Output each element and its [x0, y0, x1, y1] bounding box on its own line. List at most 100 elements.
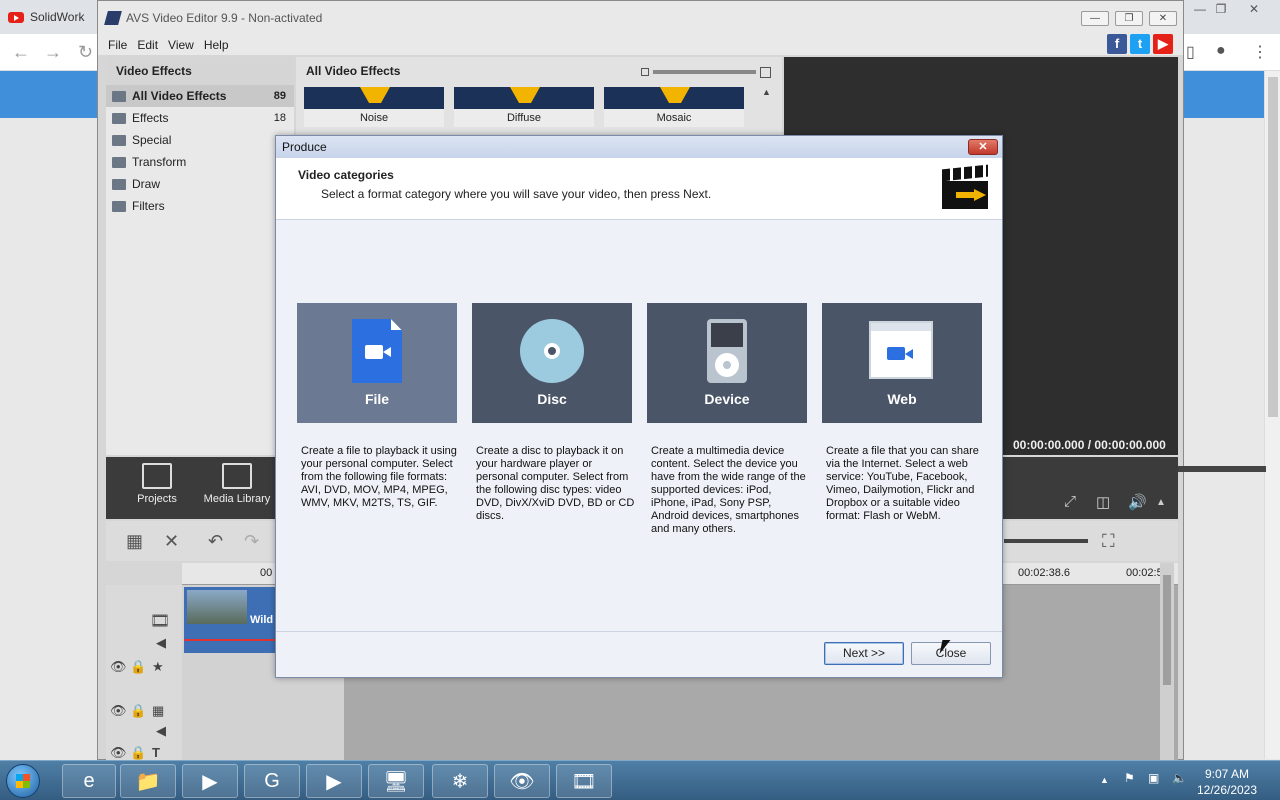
- time-display: 00:00:00.000 / 00:00:00.000: [1013, 438, 1166, 452]
- lock-icon[interactable]: 🔒: [130, 745, 146, 761]
- sidebar-item-transform[interactable]: Transform: [106, 151, 294, 173]
- browser-maximize-button[interactable]: ❐: [1207, 0, 1235, 20]
- category-disc[interactable]: Disc: [472, 303, 632, 423]
- menu-view[interactable]: View: [168, 38, 194, 52]
- category-description-device: Create a multimedia device content. Sele…: [651, 445, 806, 535]
- browser-close-button[interactable]: ✕: [1240, 0, 1268, 20]
- file-icon: [352, 319, 402, 383]
- media-library-button[interactable]: Media Library: [202, 463, 272, 505]
- back-icon[interactable]: ←: [12, 42, 30, 63]
- sidebar-item-label: Filters: [132, 199, 165, 213]
- category-device[interactable]: Device: [647, 303, 807, 423]
- social-links: f t ▶: [1107, 34, 1173, 54]
- forward-icon[interactable]: →: [44, 42, 62, 63]
- system-clock[interactable]: 9:07 AM 12/26/2023: [1192, 766, 1262, 798]
- next-button[interactable]: Next >>: [824, 642, 904, 665]
- menu-edit[interactable]: Edit: [137, 38, 158, 52]
- close-button[interactable]: Close: [911, 642, 991, 665]
- clapperboard-icon: [942, 164, 988, 209]
- dialog-subheading: Select a format category where you will …: [321, 187, 712, 201]
- action-center-icon[interactable]: ⚑: [1124, 771, 1135, 785]
- timeline-scrollbar[interactable]: [1160, 563, 1174, 761]
- folder-icon: [112, 200, 126, 212]
- category-web[interactable]: Web: [822, 303, 982, 423]
- browser-tab[interactable]: SolidWork: [8, 4, 98, 30]
- taskbar-snowflake[interactable]: ❄: [432, 764, 488, 798]
- menu-icon[interactable]: ⋮: [1252, 42, 1268, 62]
- folder-icon: [112, 112, 126, 124]
- volume-icon[interactable]: 🔊: [1128, 493, 1147, 511]
- undo-icon[interactable]: ↶: [208, 531, 223, 552]
- youtube-icon[interactable]: ▶: [1153, 34, 1173, 54]
- page-scrollbar[interactable]: [1264, 71, 1280, 759]
- audio-line: [184, 639, 277, 641]
- dialog-close-icon[interactable]: ✕: [968, 139, 998, 155]
- sidebar-item-effects[interactable]: Effects 18: [106, 107, 294, 129]
- clock-time: 9:07 AM: [1204, 767, 1250, 781]
- app-minimize-button[interactable]: —: [1081, 11, 1109, 26]
- video-clip[interactable]: Wild: [184, 587, 277, 653]
- timeline-zoom-track[interactable]: [1004, 539, 1088, 543]
- browser-tab-title: SolidWork: [30, 10, 85, 24]
- menu-file[interactable]: File: [108, 38, 127, 52]
- star-icon: [510, 87, 540, 103]
- start-button[interactable]: [6, 764, 40, 798]
- video-track-icon: 🎞: [150, 613, 171, 630]
- app-close-button[interactable]: ✕: [1149, 11, 1177, 26]
- menu-help[interactable]: Help: [204, 38, 229, 52]
- zoom-slider[interactable]: [641, 66, 771, 78]
- projects-button[interactable]: Projects: [132, 463, 182, 505]
- category-label: Device: [704, 391, 750, 407]
- twitter-icon[interactable]: t: [1130, 34, 1150, 54]
- taskbar-avs[interactable]: 🎞: [556, 764, 612, 798]
- facebook-icon[interactable]: f: [1107, 34, 1127, 54]
- fullscreen-icon[interactable]: ⤢: [1064, 493, 1076, 510]
- volume-icon[interactable]: 🔈: [1172, 771, 1187, 785]
- sidebar-item-filters[interactable]: Filters: [106, 195, 294, 217]
- eye-icon[interactable]: 👁: [110, 703, 127, 719]
- scroll-up-icon[interactable]: ▲: [762, 87, 771, 97]
- snapshot-icon[interactable]: ◫: [1096, 493, 1110, 511]
- sidebar-item-draw[interactable]: Draw: [106, 173, 294, 195]
- taskbar-ie[interactable]: e: [62, 764, 116, 798]
- mute-icon[interactable]: ◀: [156, 723, 166, 739]
- clapper-icon: [142, 463, 172, 489]
- network-icon[interactable]: ▣: [1148, 771, 1159, 785]
- taskbar-explorer[interactable]: 📁: [120, 764, 176, 798]
- taskbar-network[interactable]: 🖥: [368, 764, 424, 798]
- taskbar-chrome[interactable]: G: [244, 764, 300, 798]
- scrollbar-thumb[interactable]: [1268, 77, 1278, 417]
- reload-icon[interactable]: ↻: [78, 42, 93, 63]
- storyboard-icon[interactable]: ▦: [126, 531, 143, 552]
- category-file[interactable]: File: [297, 303, 457, 423]
- volume-up-icon[interactable]: ▲: [1156, 497, 1166, 508]
- taskbar: e 📁 ▶ G ▶ 🖥 ❄ 👁 🎞 ▲ ⚑ ▣ 🔈 9:07 AM 12/26/…: [0, 760, 1280, 800]
- sidebar-item-label: Special: [132, 133, 172, 147]
- film-icon: [222, 463, 252, 489]
- profile-icon[interactable]: ●: [1216, 42, 1226, 60]
- zoom-track[interactable]: [653, 70, 756, 74]
- lock-icon[interactable]: 🔒: [130, 659, 146, 675]
- sidebar-item-special[interactable]: Special: [106, 129, 294, 151]
- taskbar-youtube[interactable]: ▶: [306, 764, 362, 798]
- fit-icon[interactable]: ⛶: [1102, 531, 1115, 552]
- mute-icon[interactable]: ◀: [156, 635, 166, 651]
- category-description-web: Create a file that you can share via the…: [826, 445, 979, 522]
- redo-icon[interactable]: ↷: [244, 531, 259, 552]
- sidebar-item-all-video-effects[interactable]: All Video Effects 89: [106, 85, 294, 107]
- scrollbar-thumb[interactable]: [1163, 575, 1171, 685]
- dialog-title: Produce: [282, 140, 327, 154]
- sidepanel-icon[interactable]: ▯: [1186, 42, 1195, 62]
- taskbar-media-player[interactable]: ▶: [182, 764, 238, 798]
- media-library-label: Media Library: [203, 493, 271, 505]
- app-maximize-button[interactable]: ❐: [1115, 11, 1143, 26]
- delete-icon[interactable]: ✕: [164, 531, 179, 552]
- projects-label: Projects: [137, 493, 177, 505]
- taskbar-eyes[interactable]: 👁: [494, 764, 550, 798]
- sidebar-item-count: 89: [273, 90, 286, 102]
- lock-icon[interactable]: 🔒: [130, 703, 146, 719]
- tray-arrow-icon[interactable]: ▲: [1100, 775, 1109, 785]
- eye-icon[interactable]: 👁: [110, 745, 127, 761]
- eye-icon[interactable]: 👁: [110, 659, 127, 675]
- category-description-file: Create a file to playback it using your …: [301, 445, 457, 509]
